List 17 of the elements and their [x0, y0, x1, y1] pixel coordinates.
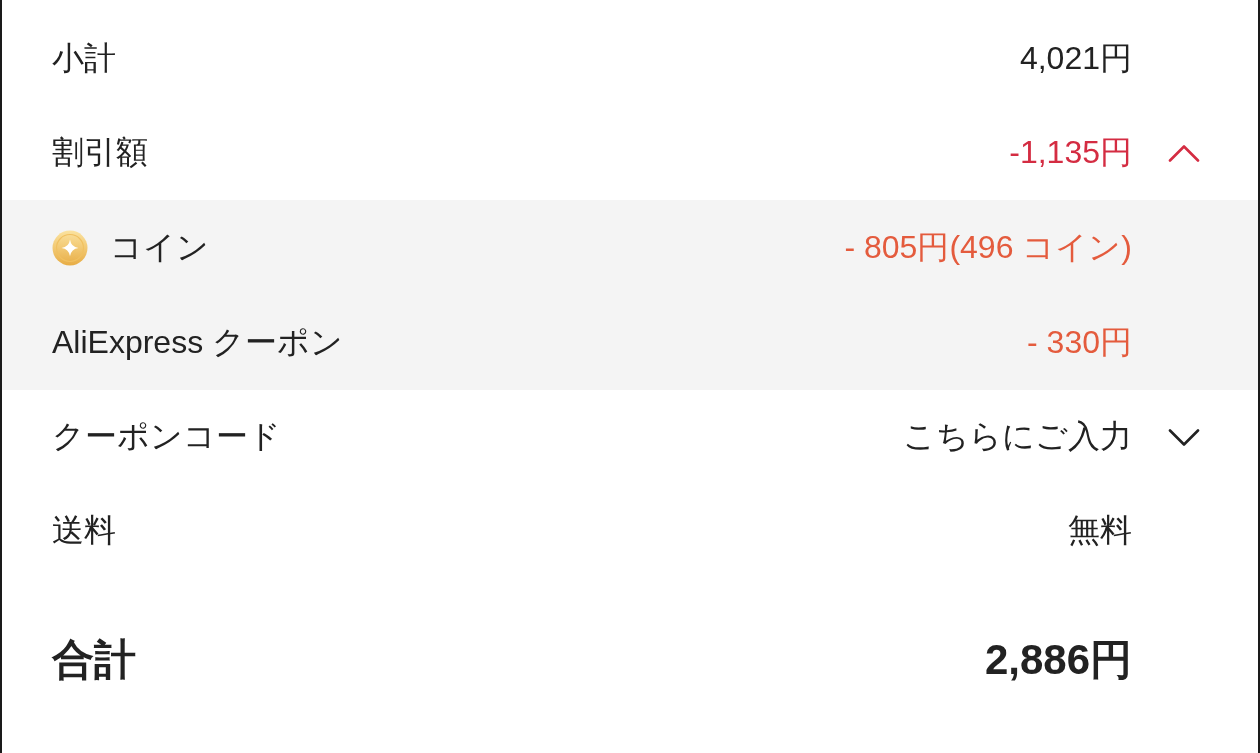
chevron-up-icon[interactable]: [1168, 144, 1200, 162]
total-label: 合計: [52, 635, 137, 685]
discount-item-amount: - 330円: [1027, 322, 1132, 362]
row-label: 小計: [52, 39, 117, 78]
row-value: 無料: [1068, 511, 1132, 550]
total-amount: 2,886円: [984, 635, 1132, 685]
row-label: 送料: [52, 511, 117, 550]
coupon-label: AliExpress クーポン: [52, 322, 345, 362]
discount-amount: -1,135円: [1009, 133, 1132, 172]
discount-label: 割引額: [52, 133, 149, 172]
coin-label: コイン: [110, 227, 210, 267]
coin-icon: [52, 229, 88, 266]
coupon-code-label: クーポンコード: [52, 417, 282, 456]
coupon-code-link[interactable]: こちらにご入力: [903, 415, 1132, 459]
row-value: 4,021円: [1019, 39, 1132, 78]
chevron-down-icon[interactable]: [1168, 428, 1200, 446]
discount-item-amount: - 805円(496 コイン): [844, 227, 1132, 267]
